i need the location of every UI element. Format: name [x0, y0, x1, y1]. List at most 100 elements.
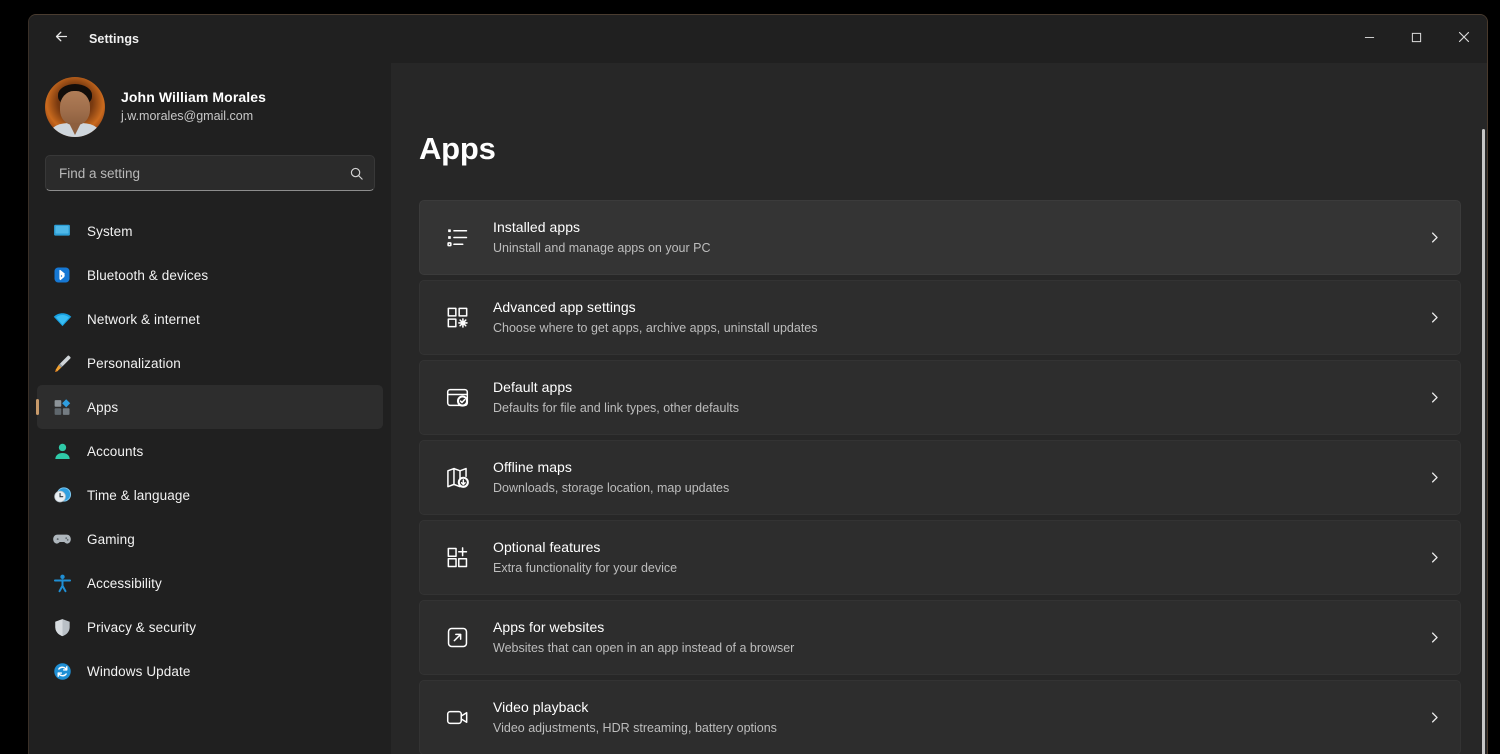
card-title: Video playback — [493, 699, 589, 716]
sidebar-item-label: Gaming — [87, 531, 135, 547]
sidebar-item-label: Windows Update — [87, 663, 191, 679]
sidebar-item-label: Accessibility — [87, 575, 162, 591]
sidebar-item-accounts[interactable]: Accounts — [37, 429, 383, 473]
chevron-right-icon — [1417, 550, 1442, 565]
sidebar-item-label: Time & language — [87, 487, 191, 503]
settings-card-advanced-app-settings[interactable]: Advanced app settings Choose where to ge… — [419, 280, 1461, 355]
refresh-circle-icon — [45, 661, 79, 682]
card-subtitle: Uninstall and manage apps on your PC — [493, 241, 711, 256]
chevron-right-icon — [1417, 230, 1442, 245]
profile-text: John William Morales j.w.morales@gmail.c… — [121, 89, 266, 125]
bulleted-list-icon — [438, 225, 476, 250]
card-title: Default apps — [493, 379, 573, 396]
card-text: Optional features Extra functionality fo… — [493, 538, 1417, 576]
system-monitor-icon — [45, 221, 79, 241]
settings-card-installed-apps[interactable]: Installed apps Uninstall and manage apps… — [419, 200, 1461, 275]
maximize-icon — [1411, 30, 1422, 48]
app-settings-gear-icon — [438, 305, 476, 330]
card-text: Default apps Defaults for file and link … — [493, 378, 1417, 416]
settings-card-video-playback[interactable]: Video playback Video adjustments, HDR st… — [419, 680, 1461, 754]
grid-plus-icon — [438, 545, 476, 570]
sidebar: John William Morales j.w.morales@gmail.c… — [29, 63, 391, 754]
card-text: Apps for websites Websites that can open… — [493, 618, 1417, 656]
card-text: Advanced app settings Choose where to ge… — [493, 298, 1417, 336]
card-subtitle: Defaults for file and link types, other … — [493, 401, 739, 416]
apps-grid-icon — [45, 397, 79, 418]
card-title: Apps for websites — [493, 619, 605, 636]
chevron-right-icon — [1417, 470, 1442, 485]
map-download-icon — [438, 465, 476, 490]
sidebar-item-network-internet[interactable]: Network & internet — [37, 297, 383, 341]
sidebar-item-time-language[interactable]: Time & language — [37, 473, 383, 517]
close-icon — [1458, 30, 1470, 48]
back-button[interactable] — [43, 23, 79, 55]
sidebar-item-personalization[interactable]: Personalization — [37, 341, 383, 385]
bluetooth-icon — [45, 265, 79, 285]
search-box[interactable] — [45, 155, 375, 191]
sidebar-nav: System Bluetooth & devices Network & int… — [29, 209, 391, 693]
sidebar-item-label: Accounts — [87, 443, 144, 459]
sidebar-item-label: System — [87, 223, 133, 239]
search-section — [29, 137, 391, 191]
main-content: Apps Installed apps Uninstall and manage… — [391, 63, 1487, 754]
search-input[interactable] — [59, 165, 349, 181]
card-text: Offline maps Downloads, storage location… — [493, 458, 1417, 496]
profile-email: j.w.morales@gmail.com — [121, 109, 254, 124]
back-arrow-icon — [53, 28, 70, 50]
card-title: Optional features — [493, 539, 601, 556]
app-title: Settings — [89, 32, 140, 46]
sidebar-item-gaming[interactable]: Gaming — [37, 517, 383, 561]
card-text: Installed apps Uninstall and manage apps… — [493, 218, 1417, 256]
card-title: Offline maps — [493, 459, 572, 476]
window-controls — [1346, 15, 1487, 63]
minimize-icon — [1364, 30, 1375, 48]
card-subtitle: Video adjustments, HDR streaming, batter… — [493, 721, 777, 736]
minimize-button[interactable] — [1346, 15, 1393, 63]
chevron-right-icon — [1417, 390, 1442, 405]
video-camera-icon — [438, 705, 476, 730]
card-subtitle: Choose where to get apps, archive apps, … — [493, 321, 818, 336]
content-scrollbar[interactable] — [1482, 129, 1485, 754]
sidebar-item-label: Network & internet — [87, 311, 200, 327]
card-title: Advanced app settings — [493, 299, 636, 316]
sidebar-item-apps[interactable]: Apps — [37, 385, 383, 429]
page-title: Apps — [419, 131, 496, 166]
card-subtitle: Websites that can open in an app instead… — [493, 641, 795, 656]
profile-section[interactable]: John William Morales j.w.morales@gmail.c… — [29, 63, 391, 137]
chevron-right-icon — [1417, 710, 1442, 725]
settings-card-optional-features[interactable]: Optional features Extra functionality fo… — [419, 520, 1461, 595]
shield-icon — [45, 617, 79, 638]
maximize-button[interactable] — [1393, 15, 1440, 63]
settings-card-apps-for-websites[interactable]: Apps for websites Websites that can open… — [419, 600, 1461, 675]
clock-globe-icon — [45, 485, 79, 506]
search-icon — [349, 166, 364, 181]
sidebar-item-bluetooth-devices[interactable]: Bluetooth & devices — [37, 253, 383, 297]
gamepad-icon — [45, 528, 79, 550]
card-subtitle: Downloads, storage location, map updates — [493, 481, 730, 496]
person-icon — [45, 441, 79, 462]
title-bar: Settings — [29, 15, 1487, 63]
paintbrush-icon — [45, 353, 79, 374]
sidebar-item-label: Personalization — [87, 355, 181, 371]
sidebar-item-label: Bluetooth & devices — [87, 267, 209, 283]
sidebar-item-accessibility[interactable]: Accessibility — [37, 561, 383, 605]
sidebar-item-system[interactable]: System — [37, 209, 383, 253]
window-body: John William Morales j.w.morales@gmail.c… — [29, 63, 1487, 754]
sidebar-item-windows-update[interactable]: Windows Update — [37, 649, 383, 693]
avatar — [45, 77, 105, 137]
sidebar-item-label: Apps — [87, 399, 119, 415]
external-link-box-icon — [438, 625, 476, 650]
window-check-icon — [438, 385, 476, 410]
card-text: Video playback Video adjustments, HDR st… — [493, 698, 1417, 736]
settings-window: Settings John William Morales j.w.morale… — [28, 14, 1488, 754]
accessibility-person-icon — [45, 573, 79, 594]
chevron-right-icon — [1417, 310, 1442, 325]
wifi-icon — [45, 309, 79, 330]
chevron-right-icon — [1417, 630, 1442, 645]
sidebar-item-label: Privacy & security — [87, 619, 197, 635]
card-title: Installed apps — [493, 219, 581, 236]
sidebar-item-privacy-security[interactable]: Privacy & security — [37, 605, 383, 649]
close-button[interactable] — [1440, 15, 1487, 63]
settings-card-offline-maps[interactable]: Offline maps Downloads, storage location… — [419, 440, 1461, 515]
settings-card-default-apps[interactable]: Default apps Defaults for file and link … — [419, 360, 1461, 435]
